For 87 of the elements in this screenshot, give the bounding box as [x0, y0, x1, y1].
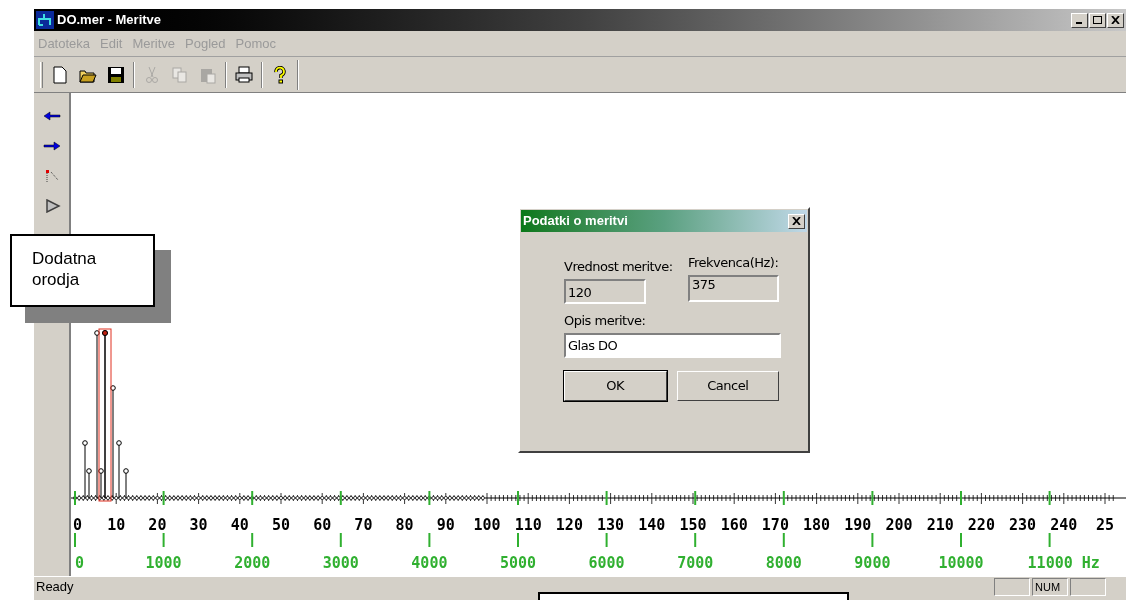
frequency-tick: [782, 532, 785, 548]
frequency-tick: [605, 532, 608, 548]
axis-label: 25: [1095, 516, 1115, 534]
axis-label: 100: [473, 516, 501, 534]
axis-label: 20: [148, 516, 167, 534]
axis-label: 240: [1050, 516, 1078, 534]
axis-label: 210: [926, 516, 954, 534]
ok-button[interactable]: OK: [564, 371, 667, 401]
frequency-label: 10000: [938, 554, 984, 572]
axis-label: 180: [803, 516, 831, 534]
frequency-label: 0: [75, 554, 85, 572]
printer-icon: [235, 65, 253, 84]
minimize-button[interactable]: [1071, 12, 1088, 28]
axis-label: 10: [107, 516, 126, 534]
axis-label: 40: [230, 516, 249, 534]
axis-label: 140: [638, 516, 666, 534]
axis-label: 0: [73, 516, 83, 534]
close-icon: [1111, 16, 1120, 24]
arrow-right-icon[interactable]: [41, 139, 62, 153]
frequency-tick: [74, 532, 76, 548]
close-icon: [792, 217, 801, 225]
frequency-tick: [162, 532, 165, 548]
axis-label: 200: [885, 516, 913, 534]
axis-label: 80: [395, 516, 414, 534]
cut-icon: [143, 65, 161, 84]
frequency-field: 375: [688, 274, 779, 302]
axis-label: 110: [514, 516, 542, 534]
axis-label: 70: [354, 516, 373, 534]
frequency-tick: [1048, 532, 1051, 548]
frequency-label: 1000: [145, 554, 182, 572]
menu-item[interactable]: Datoteka: [35, 33, 94, 54]
copy-icon: [171, 65, 189, 84]
frequency-tick: [960, 532, 962, 548]
maximize-icon: [1093, 16, 1102, 24]
menu-item[interactable]: Pomoc: [232, 33, 280, 54]
frequency-label: 8000: [765, 554, 802, 572]
window-title: DO.mer - Meritve: [57, 11, 162, 30]
status-pane: [994, 577, 1030, 596]
frequency-label: 4000: [411, 554, 448, 572]
frequency-label: 3000: [322, 554, 359, 572]
close-button[interactable]: [788, 213, 805, 229]
axis-label: 30: [189, 516, 208, 534]
frequency-tick: [517, 532, 519, 548]
frequency-tick: [694, 532, 697, 548]
menu-item[interactable]: Meritve: [129, 33, 179, 54]
close-button[interactable]: [1107, 12, 1124, 28]
axis-label: 60: [313, 516, 332, 534]
axis-label: 90: [436, 516, 455, 534]
description-field[interactable]: Glas DO: [564, 333, 781, 358]
axis-label: 170: [761, 516, 789, 534]
menu-item[interactable]: Pogled: [182, 33, 229, 54]
frequency-tick: [251, 532, 254, 548]
toolbar-button[interactable]: [233, 63, 255, 86]
menu-item[interactable]: Edit: [97, 33, 126, 54]
frequency-tick: [871, 532, 874, 548]
axis-label: 130: [597, 516, 625, 534]
axis-label: 190: [844, 516, 872, 534]
value-field: 120: [564, 278, 646, 304]
field-label: Frekvenca(Hz):: [688, 254, 779, 272]
save-icon: [107, 65, 125, 84]
callout-text: Dodatna orodja: [32, 248, 98, 290]
status-text: Ready: [36, 577, 74, 596]
cancel-button[interactable]: Cancel: [676, 371, 779, 401]
axis-label: 150: [679, 516, 707, 534]
arrow-left-icon[interactable]: [41, 109, 62, 123]
frequency-label: 5000: [499, 554, 537, 572]
axis-label: 160: [720, 516, 748, 534]
app-icon: [36, 11, 54, 29]
axis-label: 230: [1009, 516, 1037, 534]
frequency-label: 11000 Hz: [1027, 554, 1100, 572]
frequency-label: 7000: [677, 554, 714, 572]
status-pane: [1070, 577, 1106, 596]
frequency-tick: [339, 532, 342, 548]
dialog-title: Podatki o meritvi: [523, 212, 628, 231]
frequency-label: 6000: [588, 554, 625, 572]
new-file-icon: [51, 65, 69, 84]
maximize-button[interactable]: [1089, 12, 1106, 28]
frequency-tick: [428, 532, 431, 548]
help-icon: [271, 65, 289, 84]
axis-label: 120: [555, 516, 583, 534]
frequency-label: 9000: [854, 554, 891, 572]
field-label: Opis meritve:: [564, 311, 647, 330]
axis-label: 220: [967, 516, 995, 534]
field-label: Vrednost meritve:: [564, 258, 674, 276]
status-pane: NUM: [1032, 577, 1068, 596]
axis-label: 50: [271, 516, 291, 534]
frequency-label: 2000: [234, 554, 271, 572]
